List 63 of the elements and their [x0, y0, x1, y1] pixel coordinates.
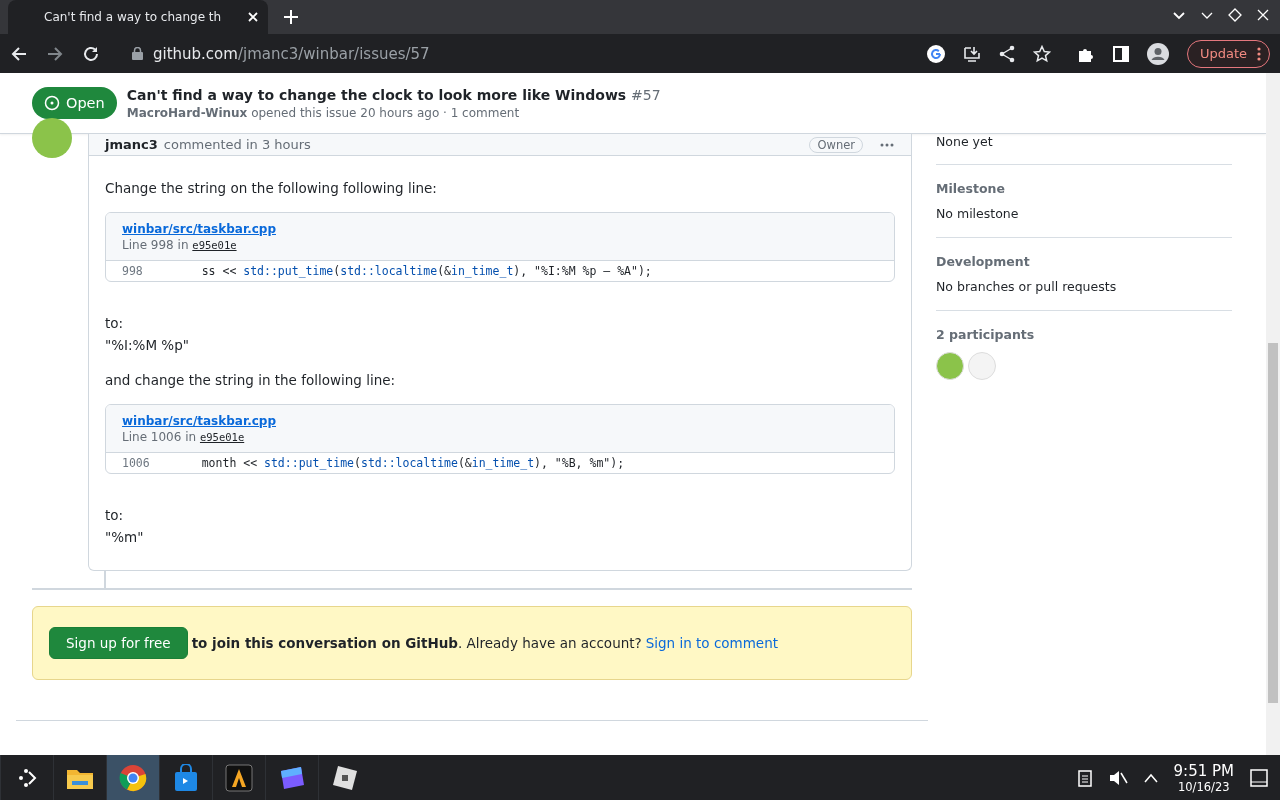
sidebar-value: No branches or pull requests [936, 279, 1117, 294]
share-icon[interactable] [998, 44, 1015, 63]
comment-text: to: [105, 314, 125, 333]
comment-time: commented in 3 hours [163, 137, 312, 152]
chrome-icon[interactable] [119, 763, 147, 792]
app-icon[interactable] [278, 764, 306, 791]
sidebar-value: None yet [936, 134, 993, 149]
line-number: 1006 [121, 456, 151, 470]
comment-text: to: [105, 506, 125, 525]
reload-icon[interactable] [82, 44, 100, 63]
chevron-up-icon[interactable] [1143, 772, 1158, 783]
sidebar-heading: 2 participants [936, 327, 1036, 342]
back-icon[interactable] [10, 44, 28, 63]
comment-text: "%m" [105, 528, 145, 547]
taskbar-app[interactable] [106, 755, 159, 800]
google-icon[interactable] [926, 44, 945, 63]
comment-text: "%I:%M %p" [105, 336, 190, 355]
speaker-muted-icon[interactable] [1107, 768, 1128, 787]
comment-text: Change the string on the following following line: [105, 180, 438, 196]
star-icon[interactable] [1032, 44, 1051, 63]
lock-icon [132, 47, 143, 60]
file-link[interactable]: winbar/src/taskbar.cpp [122, 413, 276, 429]
browser-tab[interactable]: Can't find a way to change th [8, 0, 268, 34]
file-link[interactable]: winbar/src/taskbar.cpp [122, 221, 276, 237]
update-button[interactable]: Update [1186, 39, 1270, 68]
clipboard-icon[interactable] [1077, 768, 1092, 787]
avatar [32, 118, 72, 158]
url-field[interactable]: github.com/jmanc3/winbar/issues/57 [153, 44, 430, 63]
maximize-icon[interactable] [1228, 8, 1242, 22]
commit-link[interactable]: e95e01e [199, 431, 245, 443]
comment-text: and change the string in the following line: [105, 372, 397, 388]
signup-button[interactable]: Sign up for free [49, 627, 188, 659]
comment-author: jmanc3 [105, 137, 158, 152]
signin-link[interactable]: Sign in to comment [645, 635, 779, 651]
line-label: Line 1006 in [122, 430, 197, 444]
code-line: ss << std::put_time(std::localtime(&in_time_t), "%I:%M %p — %A"); [200, 264, 652, 278]
notification-icon[interactable] [1250, 768, 1268, 787]
tab-title: Can't find a way to change th [44, 10, 223, 24]
profile-icon[interactable] [1146, 42, 1169, 65]
app-icon[interactable] [332, 764, 358, 791]
close-icon[interactable] [1256, 8, 1270, 22]
clock[interactable]: 9:51 PM 10/16/23 [1173, 761, 1234, 794]
install-icon[interactable] [962, 44, 981, 63]
signup-text: to join this conversation on GitHub. Already have an account? [191, 635, 642, 651]
status-label: Open [66, 95, 105, 111]
side-panel-icon[interactable] [1112, 45, 1129, 62]
line-number: 998 [121, 264, 144, 278]
sidebar-heading: Development [936, 254, 1031, 269]
issue-meta: MacroHard-Winux opened this issue 20 hours ago · 1 comment [126, 105, 521, 120]
issue-title: Can't find a way to change the clock to look more like Windows #57 [126, 86, 661, 103]
app-icon[interactable] [225, 763, 253, 792]
commit-link[interactable]: e95e01e [192, 239, 237, 251]
code-line: month << std::put_time(std::localtime(&in_time_t), "%B, %m"); [200, 456, 625, 470]
sidebar-heading: Milestone [936, 181, 1006, 196]
forward-icon[interactable] [46, 44, 64, 63]
shopping-bag-icon[interactable] [173, 763, 199, 792]
close-icon[interactable] [248, 12, 258, 22]
new-tab-icon[interactable] [284, 10, 298, 24]
sidebar-value: No milestone [936, 206, 1019, 221]
more-icon [1257, 46, 1261, 61]
issue-open-icon [44, 95, 60, 111]
line-label: Line 998 in [122, 238, 189, 252]
scrollbar[interactable] [1266, 73, 1280, 755]
